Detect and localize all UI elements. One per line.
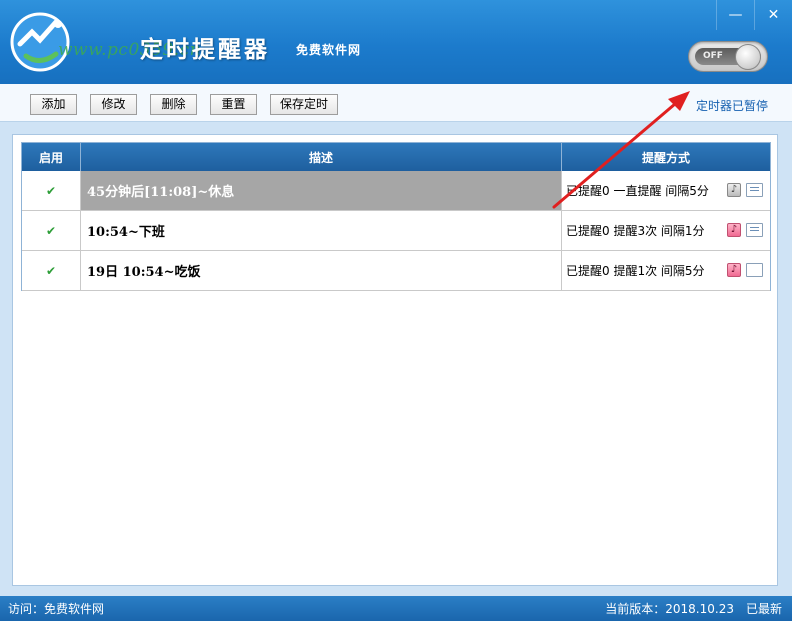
enabled-check-icon[interactable]: ✔ (22, 251, 81, 290)
timer-status-text: 定时器已暂停 (695, 99, 768, 113)
row-method[interactable]: 已提醒0 一直提醒 间隔5分 ♪ (562, 171, 770, 210)
row-description[interactable]: 19日 10:54~吃饭 (81, 251, 562, 290)
delete-button[interactable]: 删除 (150, 94, 197, 115)
toggle-knob (735, 44, 761, 70)
row-description[interactable]: 10:54~下班 (81, 211, 562, 250)
table-row[interactable]: ✔ 45分钟后[11:08]~休息 已提醒0 一直提醒 间隔5分 ♪ (22, 171, 770, 211)
reminder-panel: 启用 描述 提醒方式 ✔ 45分钟后[11:08]~休息 已提醒0 一直提醒 间… (12, 134, 778, 586)
version-text: 当前版本：2018.10.23 (605, 602, 734, 616)
minimize-button[interactable]: — (716, 0, 754, 30)
row-method-text: 已提醒0 提醒3次 间隔1分 (566, 224, 705, 238)
main-area: 启用 描述 提醒方式 ✔ 45分钟后[11:08]~休息 已提醒0 一直提醒 间… (0, 122, 792, 596)
popup-lines-icon[interactable] (746, 183, 763, 197)
row-description[interactable]: 45分钟后[11:08]~休息 (81, 171, 562, 210)
edit-button[interactable]: 修改 (90, 94, 137, 115)
column-header-description[interactable]: 描述 (81, 143, 562, 171)
music-on-icon[interactable]: ♪ (727, 263, 741, 277)
table-row[interactable]: ✔ 10:54~下班 已提醒0 提醒3次 间隔1分 ♪ (22, 211, 770, 251)
reminder-grid: 启用 描述 提醒方式 ✔ 45分钟后[11:08]~休息 已提醒0 一直提醒 间… (21, 142, 771, 291)
row-method[interactable]: 已提醒0 提醒1次 间隔5分 ♪ (562, 251, 770, 290)
toolbar: 添加 修改 删除 重置 保存定时 定时器已暂停 (0, 84, 792, 122)
popup-blank-icon[interactable] (746, 263, 763, 277)
grid-header: 启用 描述 提醒方式 (22, 143, 770, 171)
reset-button[interactable]: 重置 (210, 94, 257, 115)
enabled-check-icon[interactable]: ✔ (22, 211, 81, 250)
add-button[interactable]: 添加 (30, 94, 77, 115)
column-header-method[interactable]: 提醒方式 (562, 143, 770, 171)
row-method-text: 已提醒0 提醒1次 间隔5分 (566, 264, 705, 278)
save-timer-button[interactable]: 保存定时 (270, 94, 338, 115)
window-controls: — ✕ (716, 0, 792, 30)
enabled-check-icon[interactable]: ✔ (22, 171, 81, 210)
latest-text: 已最新 (745, 602, 782, 616)
app-title: 定时提醒器 (140, 37, 270, 63)
music-off-icon[interactable]: ♪ (727, 183, 741, 197)
visit-link[interactable]: 访问：免费软件网 (8, 600, 104, 617)
status-bar: 访问：免费软件网 当前版本：2018.10.23 已最新 (0, 596, 792, 621)
version-info: 当前版本：2018.10.23 已最新 (605, 600, 782, 617)
close-button[interactable]: ✕ (754, 0, 792, 30)
app-subtitle: 免费软件网 (296, 43, 362, 57)
table-row[interactable]: ✔ 19日 10:54~吃饭 已提醒0 提醒1次 间隔5分 ♪ (22, 251, 770, 291)
music-on-icon[interactable]: ♪ (727, 223, 741, 237)
timer-toggle-switch[interactable]: OFF (688, 41, 768, 72)
row-method[interactable]: 已提醒0 提醒3次 间隔1分 ♪ (562, 211, 770, 250)
row-method-text: 已提醒0 一直提醒 间隔5分 (566, 184, 709, 198)
column-header-enabled[interactable]: 启用 (22, 143, 81, 171)
popup-lines-icon[interactable] (746, 223, 763, 237)
title-bar: www.pc0359.cn 定时提醒器 免费软件网 — ✕ OFF (0, 0, 792, 84)
toggle-label: OFF (703, 51, 723, 61)
